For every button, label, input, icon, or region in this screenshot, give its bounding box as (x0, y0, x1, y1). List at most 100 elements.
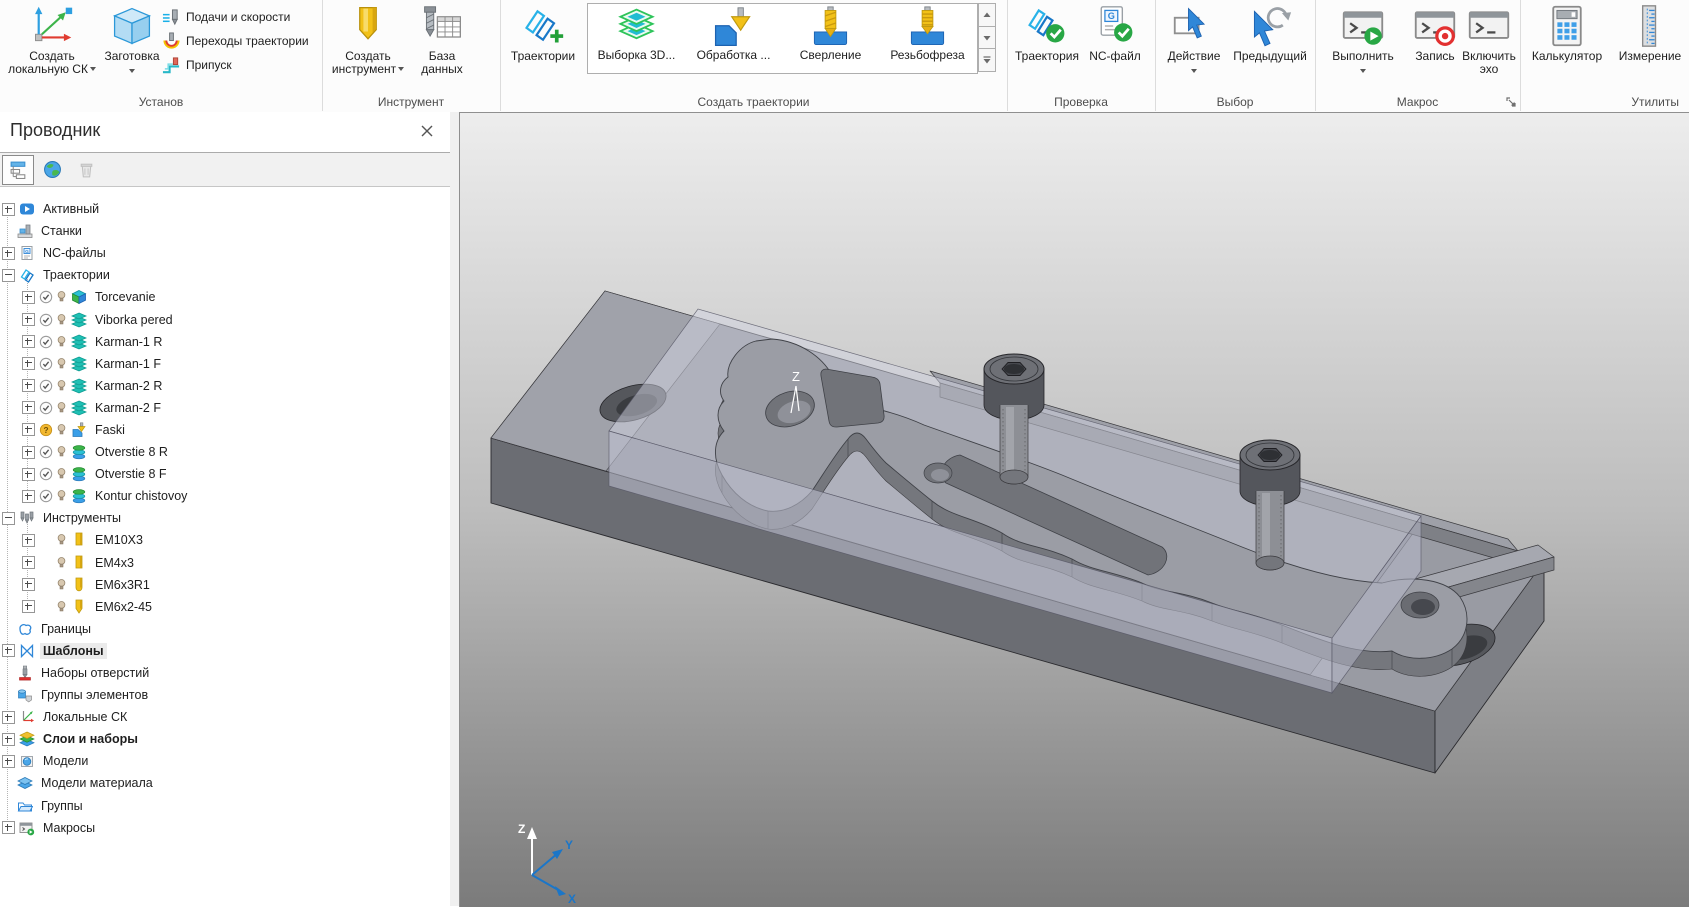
checkmark-icon[interactable] (39, 489, 53, 503)
tree-item-toolpaths[interactable]: Траектории (0, 264, 450, 286)
expander-icon[interactable] (2, 821, 15, 834)
tree-item-models[interactable]: Модели (0, 750, 450, 772)
expander-icon[interactable] (22, 379, 35, 392)
expander-icon[interactable] (2, 755, 15, 768)
create-tool-button[interactable]: Создать инструмент (330, 3, 406, 76)
tree-item-karman-2-r[interactable]: Karman-2 R (20, 375, 450, 397)
previous-button[interactable]: Предыдущий (1229, 3, 1311, 63)
dialog-launcher[interactable] (1505, 96, 1517, 108)
toolpaths-button[interactable]: Траектории (502, 3, 584, 63)
expander-icon[interactable] (22, 534, 35, 547)
tree-item-stock-models[interactable]: Модели материала (0, 772, 450, 794)
lightbulb-icon[interactable] (56, 533, 67, 547)
gallery-expand-button[interactable] (978, 49, 996, 72)
tree-item-em4x3[interactable]: EM4x3 (20, 552, 450, 574)
action-button[interactable]: Действие (1161, 3, 1227, 78)
expander-icon[interactable] (22, 446, 35, 459)
stock-button[interactable]: Заготовка (104, 3, 160, 78)
expander-icon[interactable] (2, 711, 15, 724)
create-local-cs-button[interactable]: Создать локальную СК (2, 3, 102, 76)
gallery-scroll-down-button[interactable] (978, 27, 996, 50)
tree-view-button[interactable] (2, 155, 34, 185)
checkmark-icon[interactable] (39, 313, 53, 327)
tree-item-tools[interactable]: Инструменты (0, 507, 450, 529)
calculator-button[interactable]: Калькулятор (1524, 3, 1610, 63)
expander-icon[interactable] (22, 401, 35, 414)
lightbulb-icon[interactable] (56, 290, 67, 304)
expander-icon[interactable] (22, 490, 35, 503)
tree-item-viborka-pered[interactable]: Viborka pered (20, 308, 450, 330)
panel-splitter[interactable] (450, 112, 459, 906)
expander-icon[interactable] (2, 269, 15, 282)
gallery-item-thread-milling[interactable]: Резьбофреза (879, 4, 976, 73)
lightbulb-icon[interactable] (56, 578, 67, 592)
tree-item-em10x3[interactable]: EM10X3 (20, 529, 450, 551)
lightbulb-icon[interactable] (56, 357, 67, 371)
tree-item-macros[interactable]: Макросы (0, 817, 450, 839)
expander-icon[interactable] (22, 556, 35, 569)
tree-item-karman-1-r[interactable]: Karman-1 R (20, 331, 450, 353)
expander-icon[interactable] (2, 247, 15, 260)
expander-icon[interactable] (22, 291, 35, 304)
expander-icon[interactable] (22, 468, 35, 481)
macro-record-button[interactable]: Запись (1409, 3, 1461, 63)
tree-item-otverstie-8-f[interactable]: Otverstie 8 F (20, 463, 450, 485)
lightbulb-icon[interactable] (56, 489, 67, 503)
expander-icon[interactable] (22, 578, 35, 591)
recycle-bin-button[interactable] (70, 155, 102, 185)
tree-item-active[interactable]: Активный (0, 198, 450, 220)
tree-item-karman-1-f[interactable]: Karman-1 F (20, 353, 450, 375)
lightbulb-icon[interactable] (56, 313, 67, 327)
tree-item-em6x3r1[interactable]: EM6x3R1 (20, 574, 450, 596)
expander-icon[interactable] (22, 313, 35, 326)
tree-item-groups[interactable]: Группы (0, 795, 450, 817)
expander-icon[interactable] (22, 423, 35, 436)
tree-item-em6x2-45[interactable]: EM6x2-45 (20, 596, 450, 618)
lightbulb-icon[interactable] (56, 600, 67, 614)
expander-icon[interactable] (2, 512, 15, 525)
tree-item-kontur-chistovoy[interactable]: Kontur chistovoy (20, 485, 450, 507)
checkmark-icon[interactable] (39, 401, 53, 415)
lightbulb-icon[interactable] (56, 423, 67, 437)
tool-database-button[interactable]: База данных (412, 3, 472, 76)
lightbulb-icon[interactable] (56, 556, 67, 570)
lightbulb-icon[interactable] (56, 467, 67, 481)
verify-toolpath-button[interactable]: Траектория (1013, 3, 1081, 63)
measure-button[interactable]: Измерение (1612, 3, 1688, 63)
thickness-button[interactable]: Припуск (162, 53, 309, 77)
verify-nc-file-button[interactable]: NC-файл (1083, 3, 1147, 63)
question-icon[interactable] (39, 423, 53, 437)
tree-item-hole-sets[interactable]: Наборы отверстий (0, 662, 450, 684)
expander-icon[interactable] (22, 357, 35, 370)
tree-item-faski[interactable]: Faski (20, 419, 450, 441)
expander-icon[interactable] (2, 203, 15, 216)
tree-item-local-cs[interactable]: Локальные СК (0, 706, 450, 728)
tree-item-levels-sets[interactable]: Слои и наборы (0, 728, 450, 750)
world-view-button[interactable] (36, 155, 68, 185)
gallery-item-chamfer-machining[interactable]: Обработка ... (685, 4, 782, 73)
lightbulb-icon[interactable] (56, 335, 67, 349)
tree-item-machines[interactable]: Станки (0, 220, 450, 242)
lightbulb-icon[interactable] (56, 445, 67, 459)
macro-echo-button[interactable]: Включить эхо (1461, 3, 1517, 76)
checkmark-icon[interactable] (39, 379, 53, 393)
checkmark-icon[interactable] (39, 467, 53, 481)
tree-item-torcevanie[interactable]: Torcevanie (20, 286, 450, 308)
tree-item-karman-2-f[interactable]: Karman-2 F (20, 397, 450, 419)
lightbulb-icon[interactable] (56, 379, 67, 393)
expander-icon[interactable] (2, 644, 15, 657)
close-icon[interactable] (420, 124, 434, 138)
lightbulb-icon[interactable] (56, 401, 67, 415)
feeds-speeds-button[interactable]: Подачи и скорости (162, 5, 309, 29)
expander-icon[interactable] (22, 335, 35, 348)
gallery-scroll-up-button[interactable] (978, 3, 996, 27)
checkmark-icon[interactable] (39, 445, 53, 459)
tree-item-feature-groups[interactable]: Группы элементов (0, 684, 450, 706)
gallery-item-3d-area-clearance[interactable]: Выборка 3D... (588, 4, 685, 73)
viewport-3d[interactable]: Z Z Y X (459, 112, 1689, 906)
checkmark-icon[interactable] (39, 335, 53, 349)
tree-item-otverstie-8-r[interactable]: Otverstie 8 R (20, 441, 450, 463)
tree-item-boundaries[interactable]: Границы (0, 618, 450, 640)
tree-item-patterns[interactable]: Шаблоны (0, 640, 450, 662)
toolpath-links-button[interactable]: Переходы траектории (162, 29, 309, 53)
